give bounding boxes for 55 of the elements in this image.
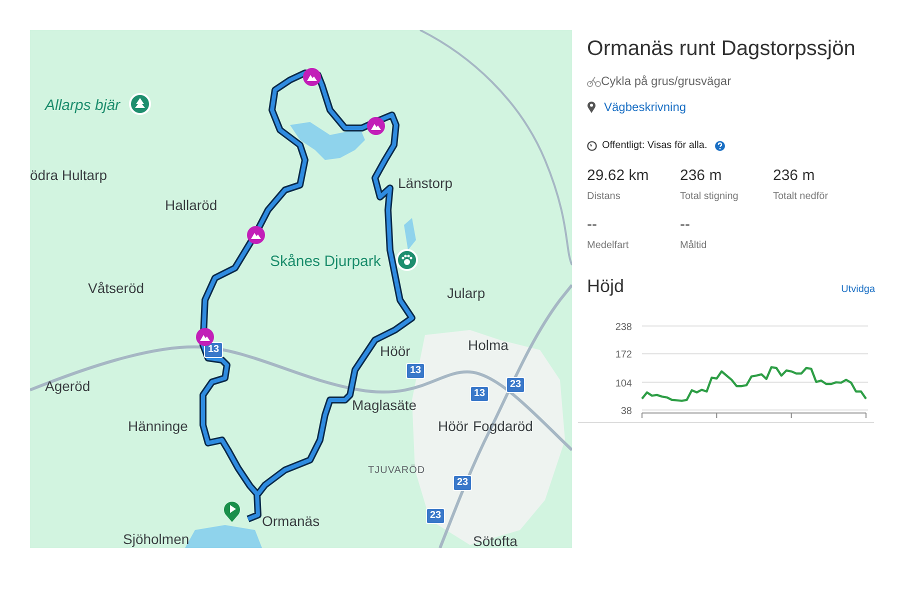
lake <box>404 218 416 250</box>
paw-icon <box>396 249 418 271</box>
place-label: Allarps bjär <box>45 98 120 113</box>
place-label: Skånes Djurpark <box>270 254 381 269</box>
help-icon[interactable] <box>715 140 726 151</box>
place-label: Höör <box>438 419 468 433</box>
stat-value: 236 m <box>680 167 723 186</box>
place-label: Holma <box>468 338 508 352</box>
place-label: Ormanäs <box>262 514 320 528</box>
place-label: Maglasäte <box>352 398 417 412</box>
axis-tick-label: 172 <box>615 349 632 360</box>
map[interactable]: Allarps bjär ödra Hultarp Länstorp Hallaröd Skånes Djurpark Våtseröd Jularp Höör Holma Ageröd Maglasäte Hänninge Höör Fogdaröd TJUVARÖD Ormanäs Sjöholmen Sötofta 13 13 13 23 23 23 <box>30 30 572 548</box>
summit-icon <box>367 117 385 135</box>
axis-tick-label: 38 <box>620 406 632 417</box>
road-shield: 23 <box>426 508 446 524</box>
axis-tick-label: 238 <box>615 322 632 333</box>
elevation-title: Höjd <box>587 274 624 298</box>
activity-type: Cykla på grus/grusvägar <box>601 73 732 90</box>
road-shield: 13 <box>470 386 490 402</box>
place-label: Höör <box>380 344 410 358</box>
directions-link[interactable]: Vägbeskrivning <box>604 98 686 116</box>
summit-icon <box>247 226 265 244</box>
bicycle-icon <box>587 76 601 87</box>
stat-value: -- <box>680 216 691 235</box>
visibility-text: Offentligt: Visas för alla. <box>602 139 708 154</box>
stat-label: Total stigning <box>680 190 740 204</box>
summit-icon <box>303 68 321 86</box>
place-label: Hallaröd <box>165 198 218 212</box>
road-shield: 23 <box>453 475 472 491</box>
road-shield: 23 <box>506 377 526 393</box>
summit-icon <box>196 328 214 346</box>
place-label: Ageröd <box>45 379 90 393</box>
place-label: Sötofta <box>473 534 518 548</box>
stat-value: 236 m <box>773 167 816 186</box>
place-label: Fogdaröd <box>473 419 533 433</box>
tree-icon <box>129 93 151 115</box>
place-label: Våtseröd <box>88 281 144 295</box>
place-label: Hänninge <box>128 419 188 433</box>
route-title: Ormanäs runt Dagstorpssjön <box>587 36 856 62</box>
place-label: Jularp <box>447 286 486 300</box>
place-label: Sjöholmen <box>123 532 190 546</box>
stat-label: Distans <box>587 190 622 204</box>
stat-label: Måltid <box>680 238 708 253</box>
stat-value: -- <box>587 216 598 235</box>
expand-link[interactable]: Utvidga <box>841 282 875 297</box>
stat-label: Totalt nedför <box>773 190 830 204</box>
place-label: ödra Hultarp <box>30 168 108 182</box>
stat-value: 29.62 km <box>587 167 650 186</box>
stat-label: Medelfart <box>587 238 630 253</box>
location-pin-icon <box>587 101 596 114</box>
axis-tick-label: 104 <box>615 378 632 390</box>
place-label: TJUVARÖD <box>368 466 426 476</box>
place-label: Länstorp <box>398 176 452 190</box>
start-pin-icon <box>223 500 241 522</box>
road-shield: 13 <box>406 363 426 379</box>
